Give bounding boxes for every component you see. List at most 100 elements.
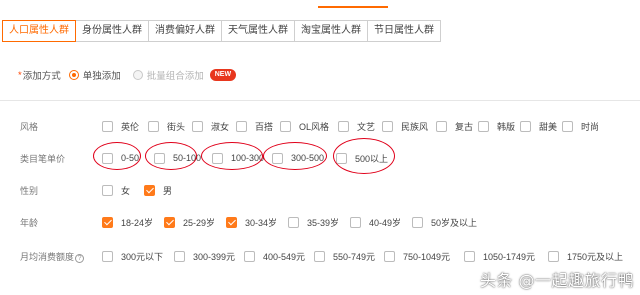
checkbox-icon[interactable] — [192, 120, 203, 132]
add-mode-row: * 添加方式 单独添加 批量组合添加 NEW — [18, 68, 237, 82]
option-label: 时尚 — [581, 121, 600, 132]
option-label: 300-500 — [291, 153, 325, 163]
tab-identity[interactable]: 身份属性人群 — [75, 20, 149, 42]
checkbox-icon[interactable] — [338, 120, 349, 132]
monthly-spend-label-text: 月均消费额度 — [20, 251, 75, 262]
option-style-korean[interactable]: 韩版 — [478, 120, 516, 133]
filter-row-monthly-spend: 月均消费额度? 300元以下 300-399元 400-549元 550-749… — [20, 248, 632, 264]
radio-batch-add[interactable]: 批量组合添加 — [132, 68, 204, 82]
option-gender-female[interactable]: 女 — [102, 184, 144, 197]
option-style-ol[interactable]: OL风格 — [280, 120, 330, 133]
checkbox-icon[interactable] — [102, 120, 113, 132]
option-age-40-49[interactable]: 40-49岁 — [350, 216, 412, 229]
option-style-sweet[interactable]: 甜美 — [520, 120, 558, 133]
option-label: 750-1049元 — [403, 251, 451, 262]
filter-panel: 风格 英伦 街头 淑女 百搭 OL风格 文艺 民族风 复古 韩版 甜美 时尚 类… — [0, 100, 640, 295]
option-age-35-39[interactable]: 35-39岁 — [288, 216, 350, 229]
option-label: 25-29岁 — [183, 217, 216, 228]
option-spend-below-300[interactable]: 300元以下 — [102, 250, 174, 263]
checkbox-icon[interactable] — [350, 216, 361, 228]
checkbox-icon[interactable] — [272, 152, 283, 164]
tab-festival[interactable]: 节日属性人群 — [367, 20, 441, 42]
checkbox-icon[interactable] — [562, 120, 573, 132]
radio-single-add-label: 单独添加 — [82, 71, 121, 82]
option-price-0-50[interactable]: 0-50 — [102, 152, 154, 164]
option-price-300-500[interactable]: 300-500 — [272, 152, 336, 164]
option-style-british[interactable]: 英伦 — [102, 120, 140, 133]
option-label: 淑女 — [211, 121, 230, 132]
option-label: 300-399元 — [193, 251, 236, 262]
filter-label-monthly-spend: 月均消费额度? — [20, 250, 102, 263]
option-style-versatile[interactable]: 百搭 — [236, 120, 273, 133]
checkbox-icon[interactable] — [384, 250, 395, 262]
radio-batch-add-label: 批量组合添加 — [146, 71, 204, 82]
checkbox-icon[interactable] — [212, 152, 223, 164]
checkbox-icon[interactable] — [102, 152, 113, 164]
checkbox-icon[interactable] — [148, 120, 159, 132]
checkbox-icon[interactable] — [288, 216, 299, 228]
checkbox-icon[interactable] — [244, 250, 255, 262]
option-label: OL风格 — [299, 121, 330, 132]
checkbox-icon[interactable] — [412, 216, 423, 228]
checkbox-icon[interactable] — [102, 184, 113, 196]
option-gender-male[interactable]: 男 — [144, 184, 186, 197]
option-age-50-plus[interactable]: 50岁及以上 — [412, 216, 482, 229]
checkbox-icon[interactable] — [102, 250, 113, 262]
tab-weather[interactable]: 天气属性人群 — [221, 20, 295, 42]
filter-label-gender: 性别 — [20, 185, 39, 196]
option-style-lady[interactable]: 淑女 — [192, 120, 230, 133]
option-label: 甜美 — [539, 121, 558, 132]
checkbox-icon[interactable] — [548, 250, 559, 262]
option-label: 韩版 — [497, 121, 516, 132]
checkbox-icon[interactable] — [336, 152, 347, 164]
filter-label-age: 年龄 — [20, 217, 39, 228]
checkbox-icon[interactable] — [520, 120, 531, 132]
tab-consumption-preference[interactable]: 消费偏好人群 — [148, 20, 222, 42]
option-style-literary[interactable]: 文艺 — [338, 120, 375, 133]
tab-demographic[interactable]: 人口属性人群 — [2, 20, 76, 42]
checkbox-icon[interactable] — [478, 120, 489, 132]
option-label: 英伦 — [121, 121, 140, 132]
tab-taobao[interactable]: 淘宝属性人群 — [294, 20, 368, 42]
option-age-30-34[interactable]: 30-34岁 — [226, 216, 288, 229]
add-mode-label: 添加方式 — [22, 71, 61, 82]
checkbox-icon[interactable] — [154, 152, 165, 164]
option-spend-550-749[interactable]: 550-749元 — [314, 250, 384, 263]
checkbox-checked-icon[interactable] — [164, 216, 175, 228]
option-style-fashion[interactable]: 时尚 — [562, 120, 600, 133]
option-label: 男 — [163, 185, 173, 196]
option-style-retro[interactable]: 复古 — [436, 120, 473, 133]
option-age-25-29[interactable]: 25-29岁 — [164, 216, 226, 229]
option-label: 500以上 — [355, 153, 389, 164]
help-icon[interactable]: ? — [75, 253, 85, 263]
checkbox-icon[interactable] — [464, 250, 475, 262]
style-options: 英伦 街头 淑女 百搭 OL风格 文艺 民族风 复古 韩版 甜美 时尚 — [102, 120, 600, 133]
option-spend-1050-1749[interactable]: 1050-1749元 — [464, 250, 548, 263]
filter-row-price: 类目笔单价 0-50 50-100 100-300 300-500 500以上 — [20, 150, 396, 166]
option-spend-300-399[interactable]: 300-399元 — [174, 250, 244, 263]
option-spend-750-1049[interactable]: 750-1049元 — [384, 250, 464, 263]
checkbox-checked-icon[interactable] — [144, 184, 155, 196]
radio-on-icon[interactable] — [68, 70, 79, 80]
option-price-100-300[interactable]: 100-300 — [212, 152, 272, 164]
checkbox-checked-icon[interactable] — [226, 216, 237, 228]
checkbox-icon[interactable] — [314, 250, 325, 262]
option-age-18-24[interactable]: 18-24岁 — [102, 216, 164, 229]
option-spend-1750-plus[interactable]: 1750元及以上 — [548, 250, 632, 263]
checkbox-icon[interactable] — [436, 120, 447, 132]
checkbox-checked-icon[interactable] — [102, 216, 113, 228]
radio-off-icon[interactable] — [132, 70, 143, 80]
checkbox-icon[interactable] — [236, 120, 247, 132]
option-style-ethnic[interactable]: 民族风 — [382, 120, 428, 133]
option-style-street[interactable]: 街头 — [148, 120, 185, 133]
option-price-50-100[interactable]: 50-100 — [154, 152, 212, 164]
checkbox-icon[interactable] — [382, 120, 393, 132]
option-label: 30-34岁 — [245, 217, 278, 228]
checkbox-icon[interactable] — [174, 250, 185, 262]
checkbox-icon[interactable] — [280, 120, 291, 132]
option-spend-400-549[interactable]: 400-549元 — [244, 250, 314, 263]
option-label: 18-24岁 — [121, 217, 154, 228]
option-label: 1050-1749元 — [483, 251, 536, 262]
radio-single-add[interactable]: 单独添加 — [68, 68, 121, 82]
option-price-500-plus[interactable]: 500以上 — [336, 152, 396, 165]
